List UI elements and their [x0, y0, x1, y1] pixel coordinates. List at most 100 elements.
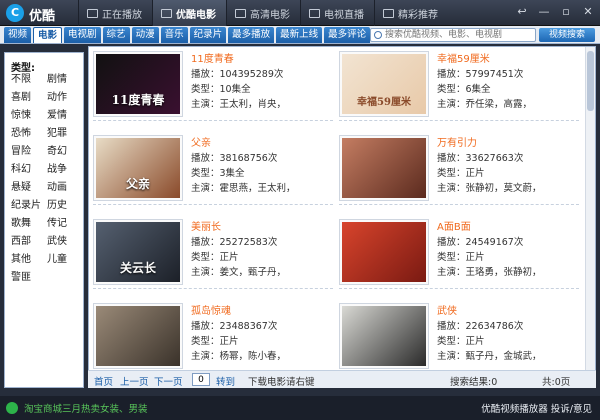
movie-card[interactable]: 万有引力 播放：33627663次 类型：正片 主演：张静初，莫文蔚，: [339, 135, 579, 205]
genre-item[interactable]: 恐怖: [11, 127, 43, 140]
genre-item[interactable]: 动画: [47, 181, 79, 194]
genre-item[interactable]: 犯罪: [47, 127, 79, 140]
cat-tab-variety[interactable]: 综艺: [102, 27, 130, 43]
genre-item[interactable]: 儿童: [47, 253, 79, 266]
genre-item[interactable]: 喜剧: [11, 91, 43, 104]
movie-type: 类型：6集全: [437, 84, 491, 95]
genre-item[interactable]: 动作: [47, 91, 79, 104]
genre-item[interactable]: 武侠: [47, 235, 79, 248]
movie-title[interactable]: 幸福59厘米: [437, 53, 532, 66]
back-icon[interactable]: ↩: [514, 4, 530, 20]
movie-title[interactable]: A面B面: [437, 221, 542, 234]
tab-hd-movies[interactable]: 高清电影: [226, 0, 300, 26]
page-number-input[interactable]: [192, 373, 210, 386]
scrollbar-thumb[interactable]: [587, 51, 594, 111]
minimize-icon[interactable]: —: [536, 4, 552, 20]
movie-poster[interactable]: [339, 135, 429, 201]
movie-info: 美丽长 播放：25272583次 类型：正片 主演：姜文，甄子丹，: [191, 219, 286, 288]
movie-info: 幸福59厘米 播放：57997451次 类型：6集全 主演：乔任梁，高露，: [437, 51, 532, 120]
search-input[interactable]: [385, 29, 533, 41]
category-tabs: 视频 电影 电视剧 综艺 动漫 音乐 纪录片 最多播放 最新上线 最多评论: [4, 27, 371, 43]
genre-item[interactable]: 惊悚: [11, 109, 43, 122]
cat-tab-video[interactable]: 视频: [4, 27, 32, 43]
genre-item[interactable]: 不限: [11, 73, 43, 86]
close-icon[interactable]: ✕: [580, 4, 596, 20]
tab-youku-movies[interactable]: 优酷电影: [152, 0, 226, 26]
cat-tab-most-played[interactable]: 最多播放: [228, 27, 275, 43]
movie-title[interactable]: 美丽长: [191, 221, 286, 234]
cat-tab-music[interactable]: 音乐: [160, 27, 188, 43]
genre-item[interactable]: 纪录片: [11, 199, 43, 212]
search-button[interactable]: 视频搜索: [539, 28, 595, 42]
genre-item[interactable]: 爱情: [47, 109, 79, 122]
poster-image: 父亲: [96, 138, 180, 198]
genre-item[interactable]: 传记: [47, 217, 79, 230]
genre-item[interactable]: 剧情: [47, 73, 79, 86]
poster-image: 11度青春: [96, 54, 180, 114]
movie-title[interactable]: 万有引力: [437, 137, 542, 150]
movie-type: 类型：正片: [437, 252, 485, 263]
shopping-icon: [6, 402, 18, 414]
movie-card[interactable]: 孤岛惊魂 播放：23488367次 类型：正片 主演：杨幂，陈小春，: [93, 303, 333, 373]
movie-card[interactable]: 关云长 美丽长 播放：25272583次 类型：正片 主演：姜文，甄子丹，: [93, 219, 333, 289]
genre-item[interactable]: 西部: [11, 235, 43, 248]
genre-item[interactable]: 战争: [47, 163, 79, 176]
tab-tv-live[interactable]: 电视直播: [300, 0, 374, 26]
movie-cast: 主演：杨幂，陈小春，: [191, 351, 287, 362]
movie-title[interactable]: 孤岛惊魂: [191, 305, 286, 318]
movie-card[interactable]: A面B面 播放：24549167次 类型：正片 主演：王珞勇，张静初，: [339, 219, 579, 289]
genre-item[interactable]: 历史: [47, 199, 79, 212]
goto-page-button[interactable]: 转到: [216, 374, 235, 388]
movie-type: 类型：正片: [191, 252, 239, 263]
next-page-link[interactable]: 下一页: [154, 374, 183, 388]
cat-tab-newest[interactable]: 最新上线: [276, 27, 323, 43]
cat-tab-tv-series[interactable]: 电视剧: [64, 27, 101, 43]
poster-caption: 关云长: [119, 261, 156, 275]
prev-page-link[interactable]: 上一页: [120, 374, 149, 388]
promo-link[interactable]: 淘宝商城三月热卖女装、男装: [24, 401, 148, 415]
film-icon: [161, 8, 172, 18]
movie-poster[interactable]: 幸福59厘米: [339, 51, 429, 117]
tab-recommended[interactable]: 精彩推荐: [374, 0, 448, 26]
movie-cast: 主演：乔任梁，高露，: [437, 99, 533, 110]
movie-card[interactable]: 武侠 播放：22634786次 类型：正片 主演：甄子丹，金城武，: [339, 303, 579, 373]
movie-poster[interactable]: 11度青春: [93, 51, 183, 117]
cat-tab-anime[interactable]: 动漫: [131, 27, 159, 43]
genre-item[interactable]: 科幻: [11, 163, 43, 176]
movie-poster[interactable]: 父亲: [93, 135, 183, 201]
cat-tab-most-comments[interactable]: 最多评论: [324, 27, 371, 43]
movie-card[interactable]: 父亲 父亲 播放：38168756次 类型：3集全 主演：霍思燕，王太利，: [93, 135, 333, 205]
first-page-link[interactable]: 首页: [94, 374, 113, 388]
poster-image: [342, 138, 426, 198]
movie-list-panel: 11度青春 11度青春 播放：104395289次 类型：10集全 主演：王太利…: [88, 46, 596, 388]
tab-now-playing[interactable]: 正在播放: [78, 0, 152, 26]
vertical-scrollbar[interactable]: [585, 47, 595, 387]
genre-item[interactable]: 歌舞: [11, 217, 43, 230]
genre-sidebar: 类型: 不限 剧情 喜剧 动作 惊悚 爱情 恐怖 犯罪 冒险 奇幻 科幻 战争 …: [4, 52, 84, 388]
genre-item[interactable]: 悬疑: [11, 181, 43, 194]
movie-type: 类型：正片: [191, 336, 239, 347]
movie-poster[interactable]: [93, 303, 183, 369]
restore-icon[interactable]: ▫: [558, 4, 574, 20]
movie-poster[interactable]: 关云长: [93, 219, 183, 285]
movie-poster[interactable]: [339, 303, 429, 369]
movie-type: 类型：正片: [437, 336, 485, 347]
genre-item[interactable]: 其他: [11, 253, 43, 266]
app-window: C 优酷 正在播放 优酷电影 高清电影 电视直播 精彩推荐 ↩ — ▫ ✕ 视频…: [0, 0, 600, 420]
movie-title[interactable]: 武侠: [437, 305, 542, 318]
movie-grid: 11度青春 11度青春 播放：104395289次 类型：10集全 主演：王太利…: [93, 51, 583, 373]
genre-title: 类型:: [11, 63, 35, 74]
movie-cast: 主演：王珞勇，张静初，: [437, 267, 542, 278]
genre-item[interactable]: 警匪: [11, 271, 43, 284]
movie-card[interactable]: 幸福59厘米 幸福59厘米 播放：57997451次 类型：6集全 主演：乔任梁…: [339, 51, 579, 121]
movie-title[interactable]: 父亲: [191, 137, 296, 150]
feedback-link[interactable]: 优酷视频播放器 投诉/意见: [481, 401, 592, 415]
movie-title[interactable]: 11度青春: [191, 53, 286, 66]
cat-tab-movie[interactable]: 电影: [33, 27, 63, 43]
movie-cast: 主演：甄子丹，金城武，: [437, 351, 542, 362]
movie-poster[interactable]: [339, 219, 429, 285]
cat-tab-documentary[interactable]: 纪录片: [189, 27, 227, 43]
genre-item[interactable]: 冒险: [11, 145, 43, 158]
movie-card[interactable]: 11度青春 11度青春 播放：104395289次 类型：10集全 主演：王太利…: [93, 51, 333, 121]
genre-item[interactable]: 奇幻: [47, 145, 79, 158]
